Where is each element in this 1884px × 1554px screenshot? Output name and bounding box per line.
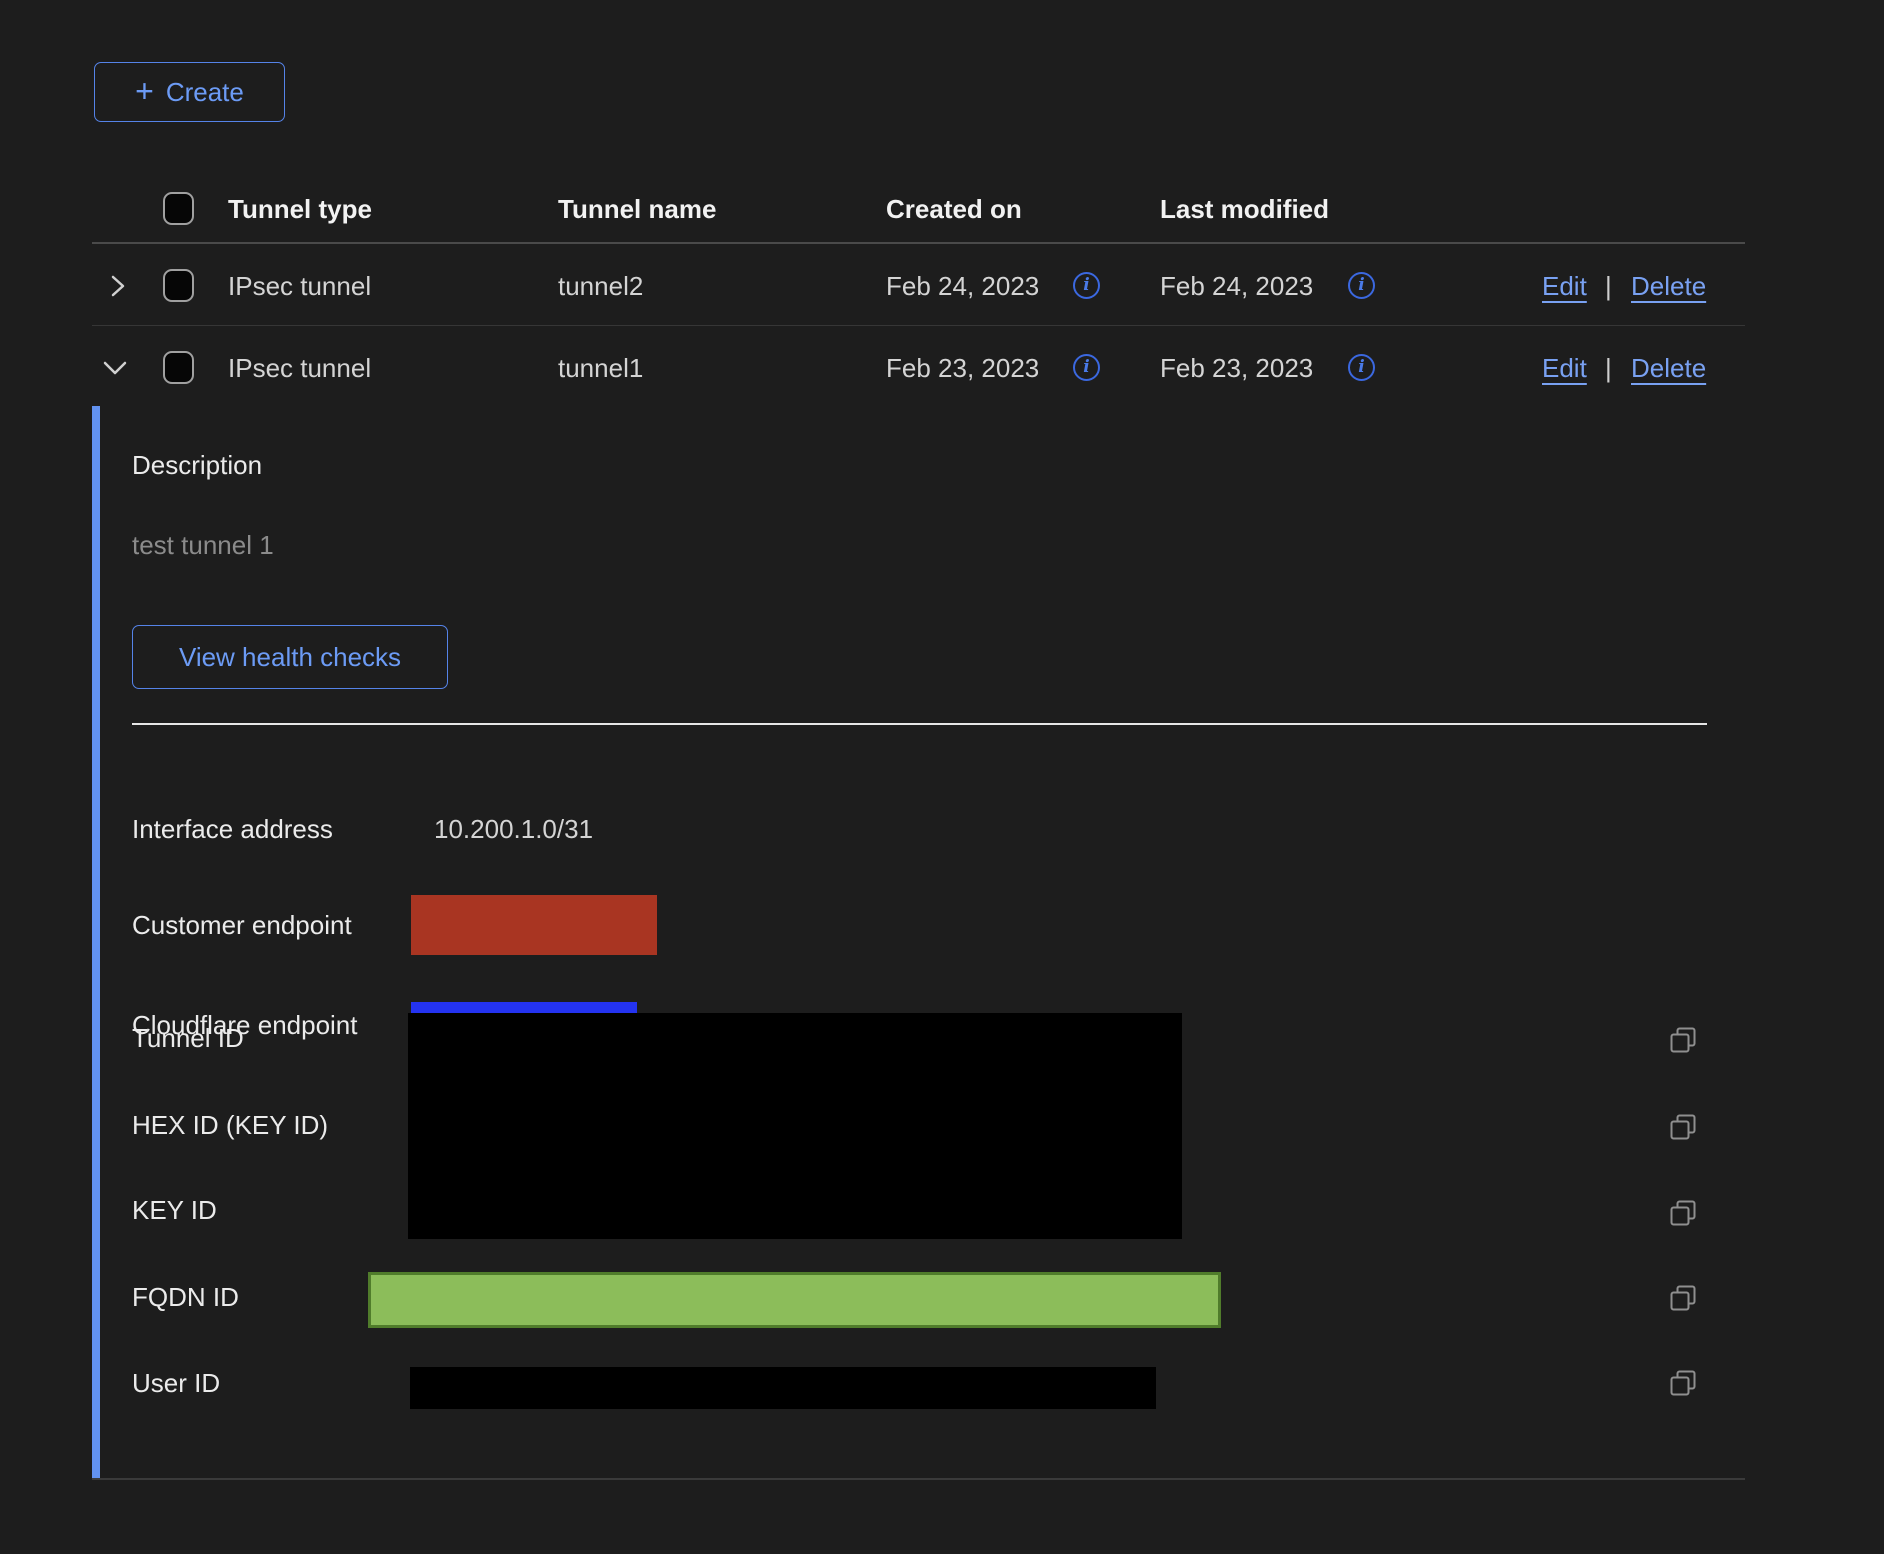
plus-icon: + xyxy=(135,78,154,104)
description-label: Description xyxy=(132,450,262,480)
view-health-checks-button[interactable]: View health checks xyxy=(132,625,448,689)
interface-address-value: 10.200.1.0/31 xyxy=(434,814,593,844)
header-last-modified: Last modified xyxy=(1160,194,1329,224)
expanded-section-accent-bar xyxy=(92,406,100,1479)
row1-edit-link[interactable]: Edit xyxy=(1542,271,1587,301)
row1-created-info-icon[interactable]: i xyxy=(1073,272,1100,299)
expanded-section-bottom-divider xyxy=(92,1478,1745,1480)
row2-created-info-icon[interactable]: i xyxy=(1073,354,1100,381)
view-health-checks-label: View health checks xyxy=(179,642,401,673)
customer-endpoint-redaction xyxy=(411,895,657,955)
row2-collapse-chevron-down-icon[interactable] xyxy=(101,355,129,381)
row2-modified-info-icon[interactable]: i xyxy=(1348,354,1375,381)
row2-created-on: Feb 23, 2023 xyxy=(886,353,1039,383)
fqdn-id-copy-icon[interactable] xyxy=(1668,1283,1698,1313)
user-id-redaction xyxy=(410,1367,1156,1409)
row1-last-modified: Feb 24, 2023 xyxy=(1160,271,1313,301)
row1-link-separator: | xyxy=(1605,271,1612,301)
header-tunnel-type: Tunnel type xyxy=(228,194,372,224)
fqdn-id-redaction xyxy=(368,1272,1221,1328)
tunnel-id-copy-icon[interactable] xyxy=(1668,1025,1698,1055)
row2-last-modified: Feb 23, 2023 xyxy=(1160,353,1313,383)
ipsec-tunnels-page: + Create Tunnel type Tunnel name Created… xyxy=(0,0,1884,1554)
detail-divider xyxy=(132,723,1707,725)
row1-tunnel-type: IPsec tunnel xyxy=(228,271,371,301)
row2-tunnel-type: IPsec tunnel xyxy=(228,353,371,383)
row1-delete-link[interactable]: Delete xyxy=(1631,271,1706,301)
description-value: test tunnel 1 xyxy=(132,530,274,560)
create-button-label: Create xyxy=(166,77,244,108)
interface-address-label: Interface address xyxy=(132,814,333,844)
hex-id-copy-icon[interactable] xyxy=(1668,1112,1698,1142)
header-tunnel-name: Tunnel name xyxy=(558,194,716,224)
row1-expand-chevron-right-icon[interactable] xyxy=(104,273,130,299)
row2-edit-link[interactable]: Edit xyxy=(1542,353,1587,383)
key-id-label: KEY ID xyxy=(132,1195,217,1225)
row2-checkbox[interactable] xyxy=(163,351,194,384)
tunnel-id-label: Tunnel ID xyxy=(132,1023,244,1053)
row2-delete-link[interactable]: Delete xyxy=(1631,353,1706,383)
user-id-copy-icon[interactable] xyxy=(1668,1368,1698,1398)
customer-endpoint-label: Customer endpoint xyxy=(132,910,352,940)
user-id-label: User ID xyxy=(132,1368,220,1398)
header-created-on: Created on xyxy=(886,194,1022,224)
select-all-checkbox[interactable] xyxy=(163,192,194,225)
hex-id-label: HEX ID (KEY ID) xyxy=(132,1110,328,1140)
row2-link-separator: | xyxy=(1605,353,1612,383)
row1-created-on: Feb 24, 2023 xyxy=(886,271,1039,301)
create-button[interactable]: + Create xyxy=(94,62,285,122)
key-id-copy-icon[interactable] xyxy=(1668,1198,1698,1228)
row1-modified-info-icon[interactable]: i xyxy=(1348,272,1375,299)
row1-divider xyxy=(92,325,1745,326)
ids-redaction-block xyxy=(408,1013,1182,1239)
header-divider xyxy=(92,242,1745,244)
row2-tunnel-name: tunnel1 xyxy=(558,353,643,383)
fqdn-id-label: FQDN ID xyxy=(132,1282,239,1312)
row1-tunnel-name: tunnel2 xyxy=(558,271,643,301)
row1-checkbox[interactable] xyxy=(163,269,194,302)
